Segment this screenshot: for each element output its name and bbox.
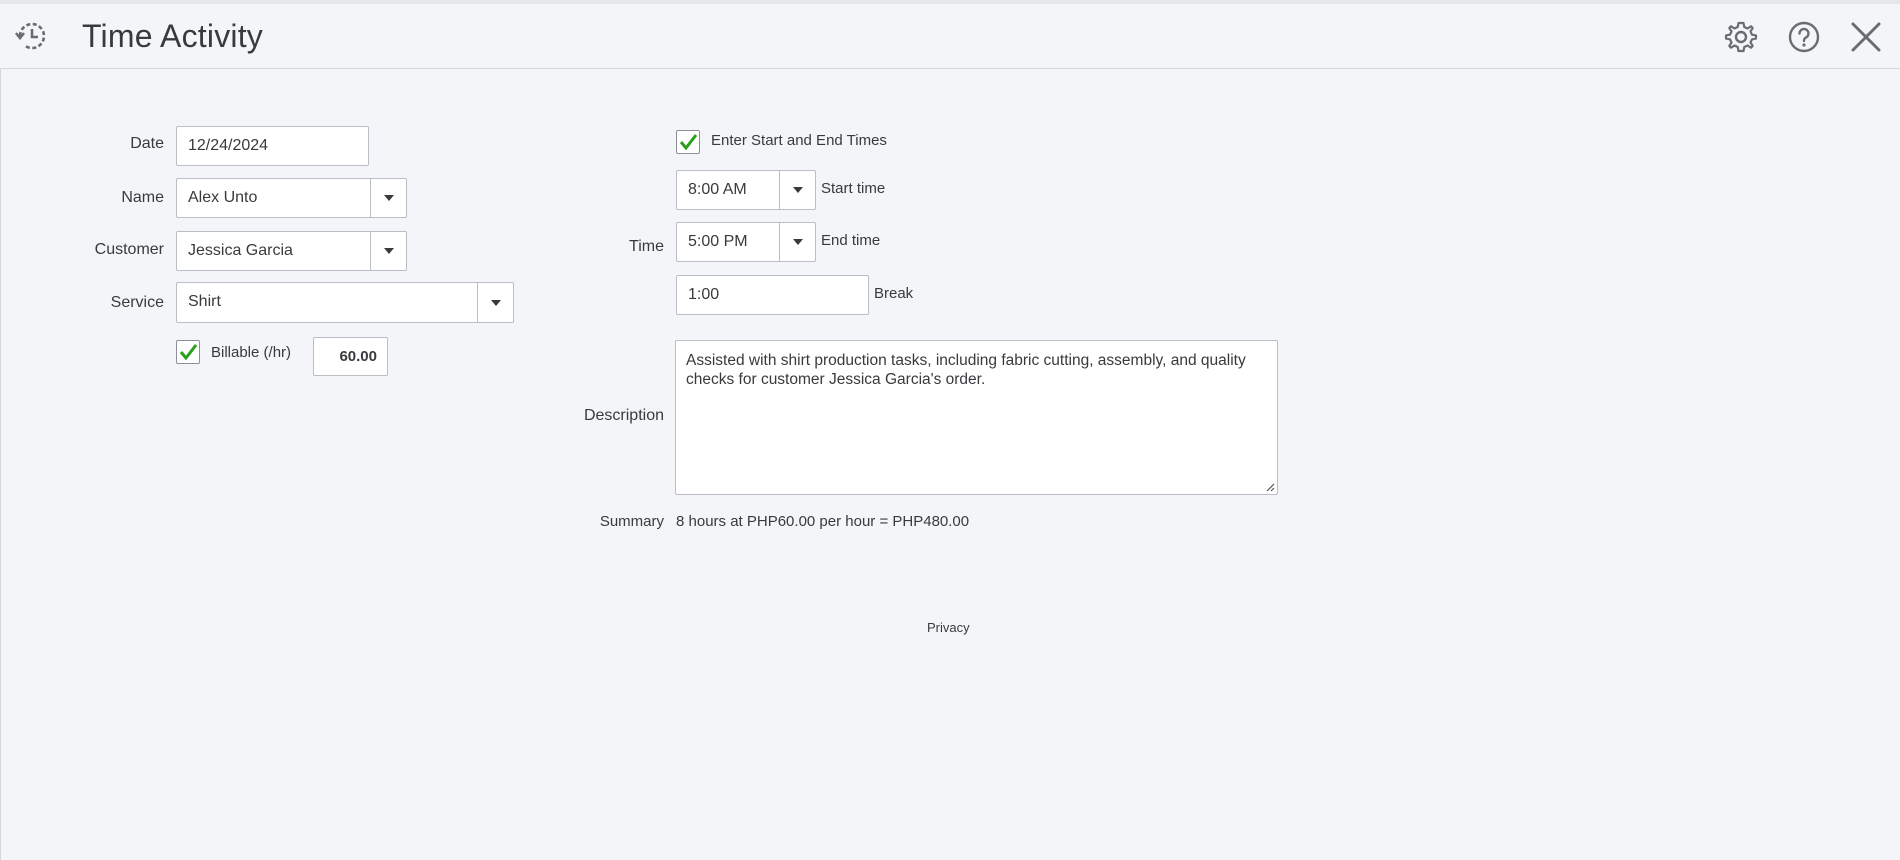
start-time-label: Start time bbox=[821, 180, 886, 197]
date-field[interactable]: 12/24/2024 bbox=[176, 126, 369, 166]
time-label: Time bbox=[629, 238, 664, 255]
billable-label: Billable (/hr) bbox=[211, 344, 292, 361]
close-icon[interactable] bbox=[1851, 22, 1881, 52]
customer-select[interactable]: Jessica Garcia bbox=[176, 231, 407, 271]
billable-checkbox[interactable] bbox=[176, 340, 200, 364]
date-label: Date bbox=[130, 135, 164, 152]
name-select[interactable]: Alex Unto bbox=[176, 178, 407, 218]
resize-handle-icon[interactable] bbox=[1265, 482, 1275, 492]
start-time-dropdown-button[interactable] bbox=[779, 171, 815, 209]
billable-rate-value: 60.00 bbox=[339, 348, 377, 365]
customer-value: Jessica Garcia bbox=[188, 242, 293, 259]
service-label: Service bbox=[110, 294, 164, 311]
end-time-dropdown-button[interactable] bbox=[779, 223, 815, 261]
description-text: Assisted with shirt production tasks, in… bbox=[686, 352, 1246, 388]
customer-label: Customer bbox=[94, 241, 164, 258]
description-label: Description bbox=[583, 407, 664, 424]
description-textarea[interactable]: Assisted with shirt production tasks, in… bbox=[675, 340, 1278, 495]
gear-icon[interactable] bbox=[1724, 20, 1758, 54]
enter-times-checkbox[interactable] bbox=[676, 130, 700, 154]
customer-dropdown-button[interactable] bbox=[370, 232, 406, 270]
page-title: Time Activity bbox=[82, 18, 263, 54]
page-header: Time Activity bbox=[0, 0, 1900, 69]
chevron-down-icon bbox=[491, 299, 501, 306]
service-value: Shirt bbox=[188, 293, 221, 310]
date-value: 12/24/2024 bbox=[188, 137, 269, 154]
name-value: Alex Unto bbox=[188, 189, 258, 206]
recent-transactions-icon[interactable] bbox=[14, 18, 50, 54]
privacy-link[interactable]: Privacy bbox=[927, 620, 970, 635]
end-time-label: End time bbox=[821, 232, 881, 249]
checkmark-icon bbox=[679, 134, 698, 151]
help-icon[interactable] bbox=[1787, 20, 1821, 54]
end-time-select[interactable]: 5:00 PM bbox=[676, 222, 816, 262]
start-time-value: 8:00 AM bbox=[688, 181, 747, 198]
summary-value: 8 hours at PHP60.00 per hour = PHP480.00 bbox=[676, 513, 970, 530]
chevron-down-icon bbox=[384, 195, 394, 201]
end-time-value: 5:00 PM bbox=[688, 233, 748, 250]
summary-label: Summary bbox=[599, 513, 664, 530]
name-dropdown-button[interactable] bbox=[370, 179, 406, 217]
service-select[interactable]: Shirt bbox=[176, 282, 514, 323]
name-label: Name bbox=[121, 189, 164, 206]
break-label: Break bbox=[874, 285, 914, 302]
break-input[interactable]: 1:00 bbox=[676, 275, 869, 315]
chevron-down-icon bbox=[384, 248, 394, 254]
left-border bbox=[0, 69, 1, 860]
checkmark-icon bbox=[179, 344, 198, 361]
billable-rate-input[interactable]: 60.00 bbox=[313, 337, 388, 376]
chevron-down-icon bbox=[793, 187, 803, 193]
service-dropdown-button[interactable] bbox=[477, 283, 513, 322]
chevron-down-icon bbox=[793, 239, 803, 245]
enter-times-label: Enter Start and End Times bbox=[711, 132, 887, 149]
break-value: 1:00 bbox=[688, 286, 720, 303]
start-time-select[interactable]: 8:00 AM bbox=[676, 170, 816, 210]
